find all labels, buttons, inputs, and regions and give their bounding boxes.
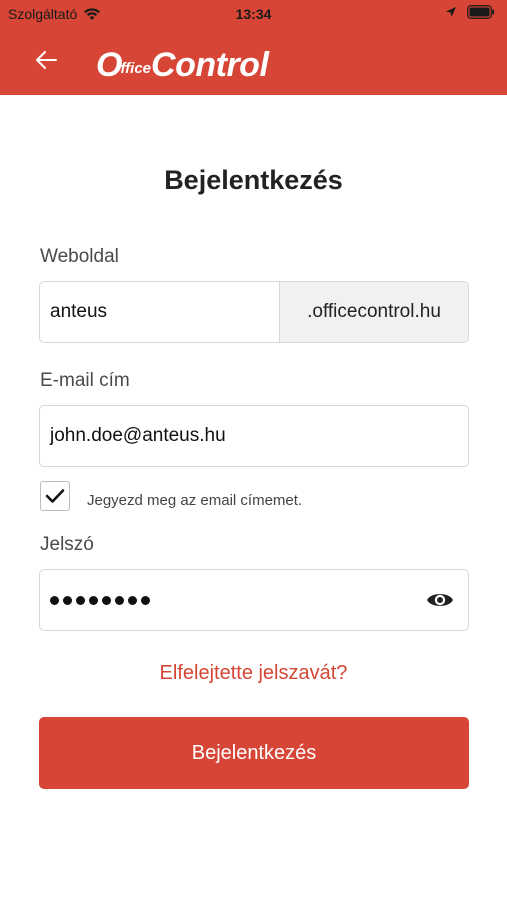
navigation-bar: O ffice Control <box>0 28 507 95</box>
email-label: E-mail cím <box>40 370 130 391</box>
officecontrol-logo: O ffice Control <box>96 38 269 84</box>
website-label: Weboldal <box>40 246 119 267</box>
logo-big-text: Control <box>151 46 269 84</box>
website-field[interactable]: anteus .officecontrol.hu <box>39 281 469 343</box>
forgot-password-link[interactable]: Elfelejtette jelszavát? <box>0 662 507 685</box>
status-right <box>445 5 495 19</box>
battery-icon <box>467 5 495 19</box>
eye-icon[interactable] <box>426 588 454 612</box>
remember-email-checkbox[interactable] <box>40 481 70 511</box>
back-button[interactable] <box>26 42 66 78</box>
password-field[interactable] <box>39 569 469 631</box>
status-time: 13:34 <box>235 6 272 22</box>
password-mask-dot <box>89 595 98 605</box>
remember-email-label[interactable]: Jegyezd meg az email címemet. <box>87 492 302 509</box>
website-input[interactable]: anteus <box>40 301 107 323</box>
password-mask-dot <box>141 595 150 605</box>
email-field[interactable]: john.doe@anteus.hu <box>39 405 469 467</box>
password-mask-dot <box>115 595 124 605</box>
password-mask-dot <box>128 595 137 605</box>
checkmark-icon <box>45 489 65 503</box>
status-bar: Szolgáltató 13:34 <box>0 0 507 28</box>
password-mask-dot <box>63 595 72 605</box>
password-label: Jelszó <box>40 534 94 555</box>
password-mask-dot <box>102 595 111 605</box>
password-input[interactable] <box>40 595 150 605</box>
password-mask-dot <box>76 595 85 605</box>
login-button[interactable]: Bejelentkezés <box>39 717 469 789</box>
password-mask-dot <box>50 595 59 605</box>
arrow-left-icon <box>36 51 57 69</box>
logo-letter: O <box>96 46 123 84</box>
email-input[interactable]: john.doe@anteus.hu <box>40 425 226 447</box>
logo-small-text: ffice <box>120 60 152 77</box>
page-title: Bejelentkezés <box>164 165 343 195</box>
app-header: Szolgáltató 13:34 O ffice Control <box>0 0 507 95</box>
website-domain-suffix: .officecontrol.hu <box>279 282 468 342</box>
location-arrow-icon <box>446 7 456 17</box>
login-button-label: Bejelentkezés <box>191 741 317 764</box>
